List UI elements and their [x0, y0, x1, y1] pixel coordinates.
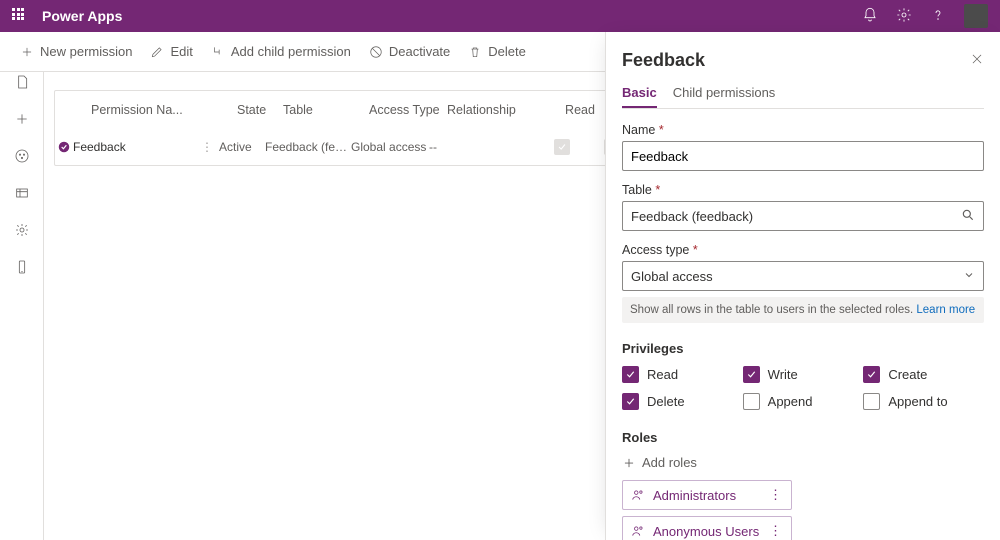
app-title: Power Apps	[42, 8, 862, 24]
table-label: Table *	[622, 183, 984, 197]
delete-button[interactable]: Delete	[468, 44, 526, 59]
avatar[interactable]	[964, 4, 988, 28]
check-icon	[55, 140, 73, 154]
access-label: Access type *	[622, 243, 984, 257]
col-state[interactable]: State	[237, 103, 283, 117]
panel-title: Feedback	[622, 50, 705, 71]
learn-more-link[interactable]: Learn more	[916, 304, 975, 316]
role-menu[interactable]: ⋮	[769, 523, 783, 539]
priv-create-checkbox[interactable]	[863, 366, 880, 383]
edit-button[interactable]: Edit	[150, 44, 192, 59]
row-menu[interactable]: ⋮	[201, 140, 219, 154]
plus-icon[interactable]	[14, 111, 30, 130]
col-read[interactable]: Read	[555, 103, 605, 117]
access-type-field[interactable]: Global access	[622, 261, 984, 291]
palette-icon[interactable]	[14, 148, 30, 167]
help-icon[interactable]	[930, 7, 946, 26]
left-rail	[0, 32, 44, 540]
col-name[interactable]: Permission Na...	[91, 103, 219, 117]
roles-title: Roles	[622, 430, 984, 445]
tab-basic[interactable]: Basic	[622, 85, 657, 108]
read-check	[554, 139, 570, 155]
col-rel[interactable]: Relationship	[447, 103, 555, 117]
close-icon[interactable]	[970, 52, 984, 69]
col-table[interactable]: Table	[283, 103, 369, 117]
page-icon[interactable]	[14, 74, 30, 93]
priv-append-checkbox[interactable]	[743, 393, 760, 410]
priv-write-checkbox[interactable]	[743, 366, 760, 383]
new-permission-button[interactable]: New permission	[20, 44, 132, 59]
tab-child-permissions[interactable]: Child permissions	[673, 85, 776, 108]
role-menu[interactable]: ⋮	[769, 487, 783, 503]
col-access[interactable]: Access Type	[369, 103, 447, 117]
chevron-down-icon[interactable]	[963, 269, 975, 284]
details-panel: Feedback Basic Child permissions Name * …	[605, 32, 1000, 540]
data-icon[interactable]	[14, 185, 30, 204]
gear-icon[interactable]	[896, 7, 912, 26]
name-field[interactable]	[622, 141, 984, 171]
table-field[interactable]: Feedback (feedback)	[622, 201, 984, 231]
privileges-title: Privileges	[622, 341, 984, 356]
access-hint: Show all rows in the table to users in t…	[622, 297, 984, 323]
add-roles-button[interactable]: Add roles	[622, 455, 984, 470]
gear-icon-rail[interactable]	[14, 222, 30, 241]
name-label: Name *	[622, 123, 984, 137]
role-chip[interactable]: Administrators⋮	[622, 480, 792, 510]
add-child-button[interactable]: Add child permission	[211, 44, 351, 59]
mobile-icon[interactable]	[14, 259, 30, 278]
priv-delete-checkbox[interactable]	[622, 393, 639, 410]
bell-icon[interactable]	[862, 7, 878, 26]
role-chip[interactable]: Anonymous Users⋮	[622, 516, 792, 540]
priv-appendto-checkbox[interactable]	[863, 393, 880, 410]
deactivate-button[interactable]: Deactivate	[369, 44, 450, 59]
app-launcher[interactable]	[12, 8, 28, 24]
priv-read-checkbox[interactable]	[622, 366, 639, 383]
search-icon[interactable]	[961, 208, 975, 225]
